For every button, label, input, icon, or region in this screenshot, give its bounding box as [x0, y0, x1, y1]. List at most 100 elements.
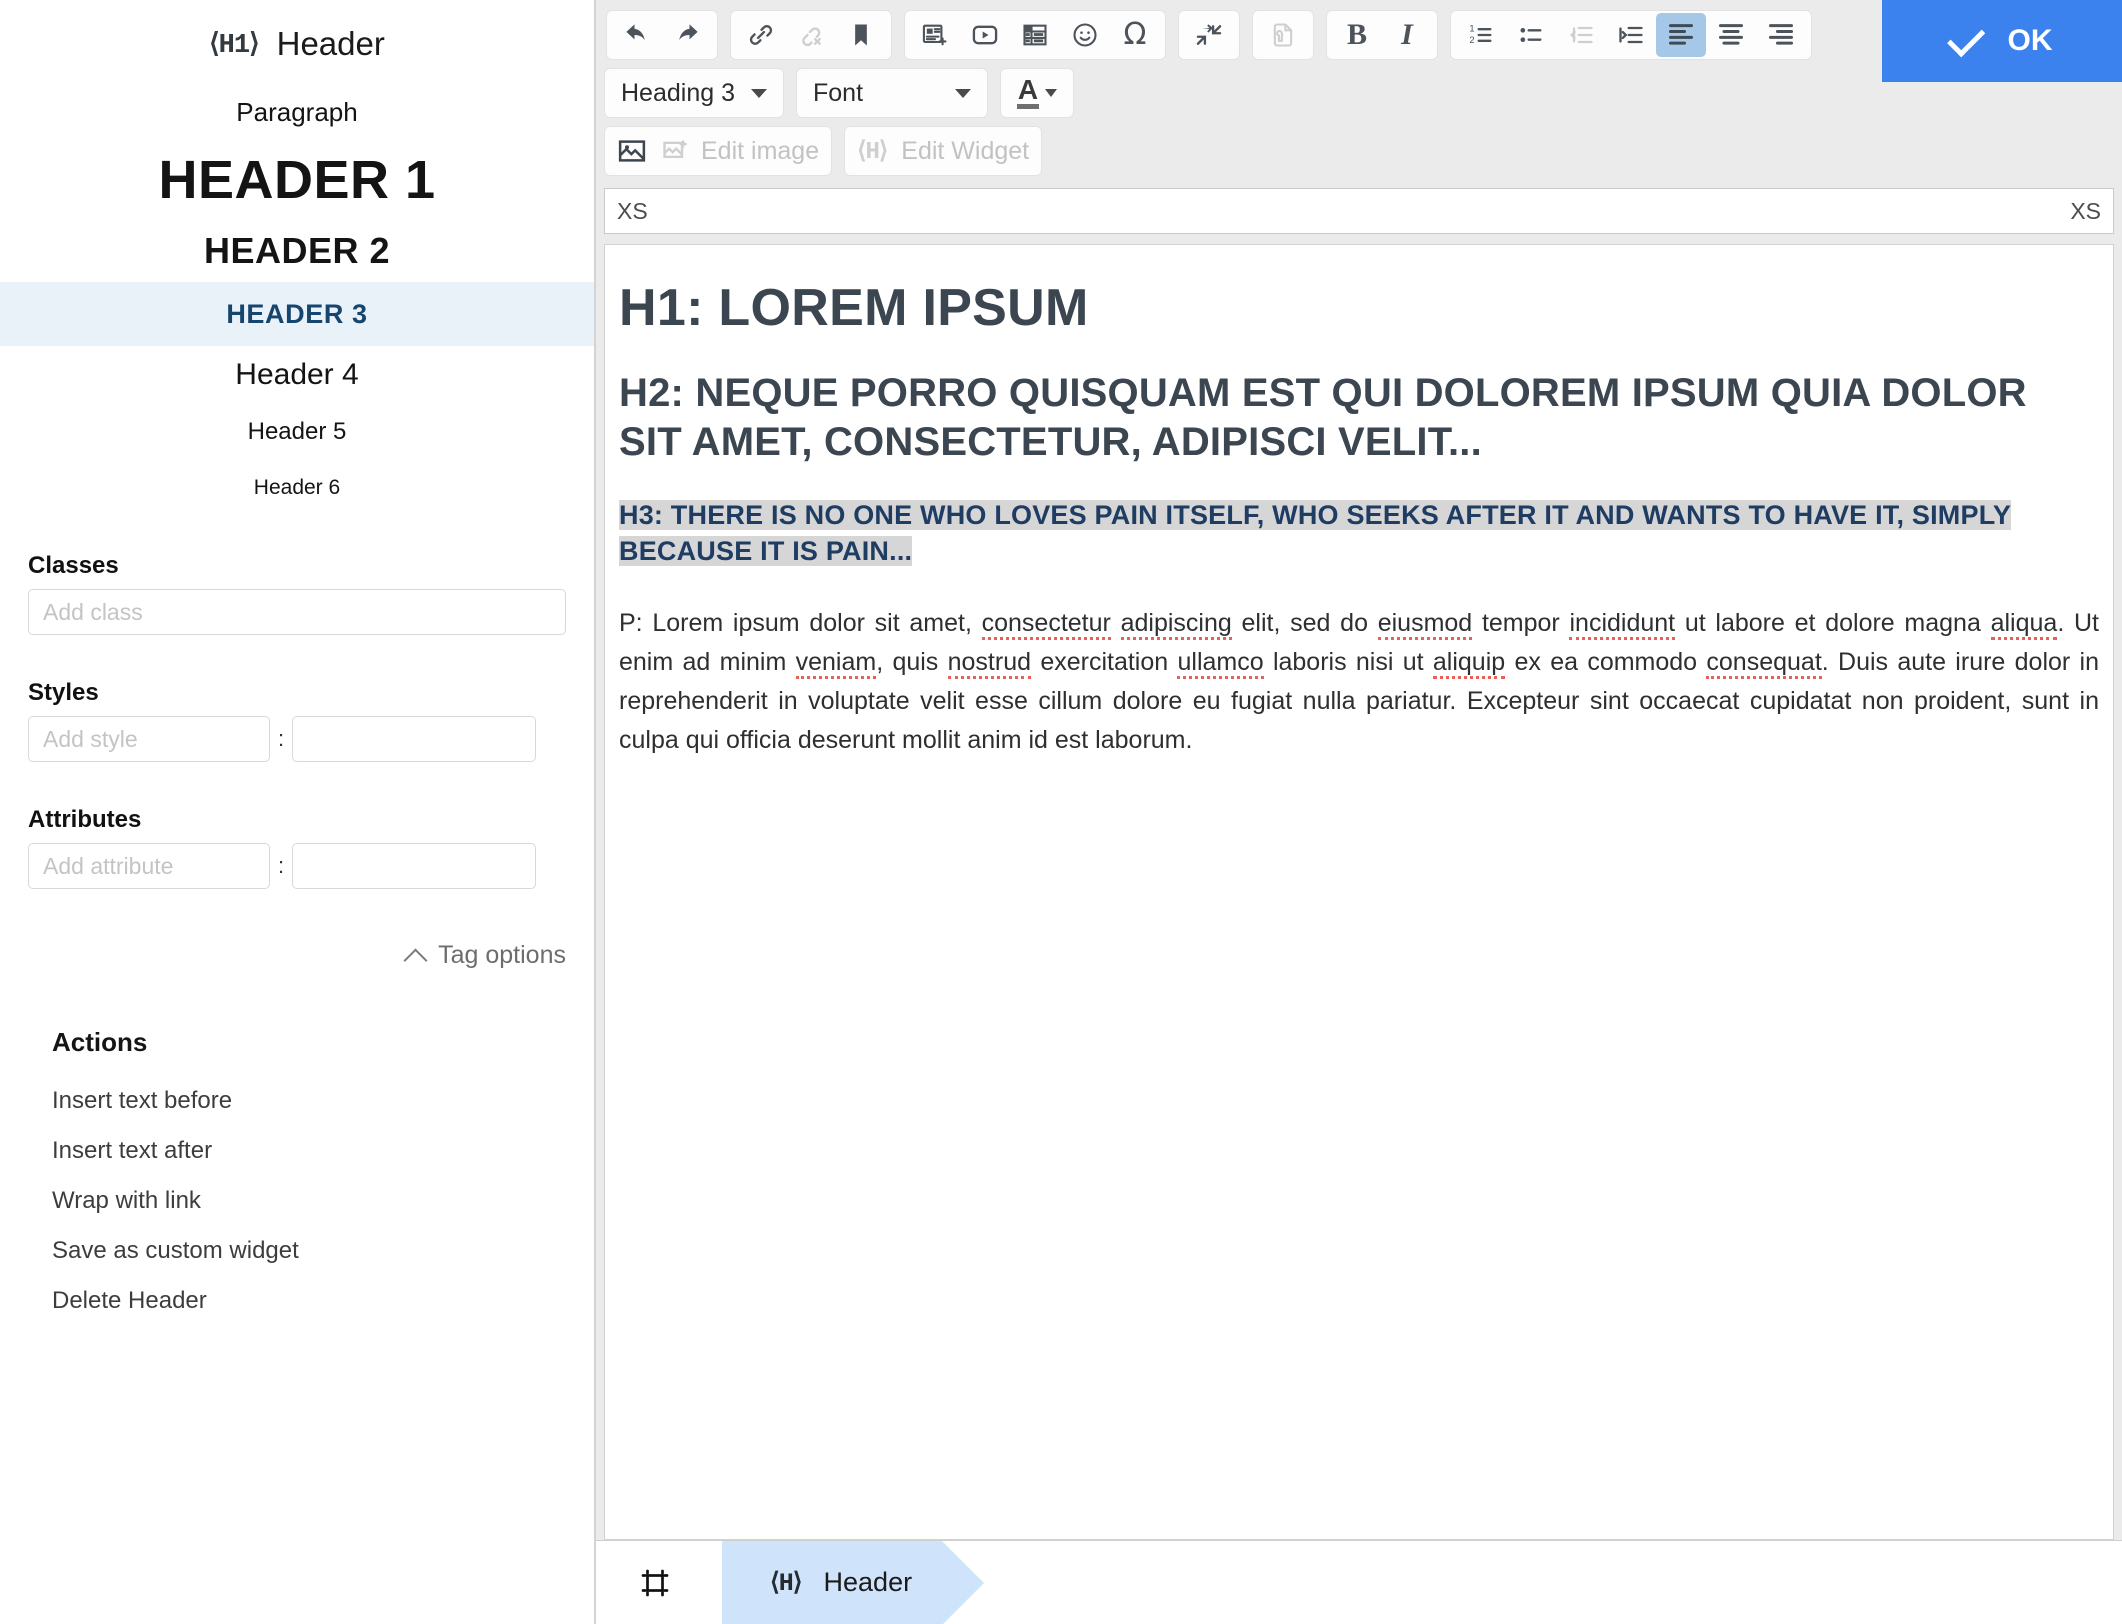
action-delete-header[interactable]: Delete Header — [0, 1276, 594, 1326]
svg-text:2: 2 — [1469, 35, 1474, 45]
styles-field-group: Styles : — [0, 679, 594, 762]
outdent-icon — [1556, 13, 1606, 57]
align-center-icon[interactable] — [1706, 13, 1756, 57]
check-icon — [1946, 19, 1985, 58]
add-style-key-input[interactable] — [28, 716, 270, 762]
document-body: H1: LOREM IPSUM H2: NEQUE PORRO QUISQUAM… — [619, 279, 2099, 760]
document-h2[interactable]: H2: NEQUE PORRO QUISQUAM EST QUI DOLOREM… — [619, 369, 2099, 467]
h-tag-icon: ⟨H⟩ — [770, 1569, 803, 1598]
width-label-right: XS — [2070, 197, 2101, 224]
widget-tag-icon: ⟨H⟩ — [857, 139, 888, 166]
heading-level-list: Paragraph HEADER 1 HEADER 2 HEADER 3 Hea… — [0, 84, 594, 516]
font-select-value: Font — [812, 78, 864, 107]
heading-option-paragraph[interactable]: Paragraph — [0, 84, 594, 140]
heading-select-value: Heading 3 — [621, 78, 735, 107]
indent-icon[interactable] — [1606, 13, 1656, 57]
classes-field-group: Classes — [0, 552, 594, 635]
list-and-align-group: 1 2 — [1450, 10, 1812, 60]
bookmark-icon[interactable] — [836, 13, 886, 57]
action-wrap-with-link[interactable]: Wrap with link — [0, 1176, 594, 1226]
document-h1[interactable]: H1: LOREM IPSUM — [619, 279, 2099, 337]
classes-label: Classes — [28, 552, 119, 579]
heading-option-h6[interactable]: Header 6 — [0, 460, 594, 516]
h1-tag-icon: ⟨H1⟩ — [209, 30, 259, 61]
responsive-width-bar[interactable]: XS XS — [604, 188, 2114, 234]
bulleted-list-icon[interactable] — [1506, 13, 1556, 57]
tag-options-toggle[interactable]: Tag options — [0, 933, 594, 977]
heading-select[interactable]: Heading 3 — [604, 68, 784, 118]
breadcrumb-item-label: Header — [823, 1567, 913, 1597]
width-label-left: XS — [617, 197, 648, 224]
link-group — [730, 10, 892, 60]
breadcrumb: ⟨H⟩ Header — [596, 1540, 2122, 1624]
chevron-up-icon — [405, 944, 427, 966]
edit-widget-label: Edit Widget — [901, 136, 1030, 165]
collapse-group — [1178, 10, 1240, 60]
action-insert-text-after[interactable]: Insert text after — [0, 1126, 594, 1176]
styles-separator: : — [277, 726, 285, 751]
edit-image-button: Edit image — [661, 137, 819, 166]
chevron-down-icon — [954, 88, 971, 98]
sidebar-header: ⟨H1⟩ Header — [0, 0, 594, 62]
breadcrumb-item-header[interactable]: ⟨H⟩ Header — [722, 1540, 985, 1624]
chevron-down-icon — [750, 88, 767, 98]
toolbar-row-3: Edit image ⟨H⟩ Edit Widget — [604, 122, 2114, 180]
text-format-group: B I — [1326, 10, 1438, 60]
wysiwyg-editor-pane: Ω B I 1 2 Heading 3 Font A Edit image ⟨H… — [596, 0, 2122, 1624]
align-right-icon[interactable] — [1756, 13, 1806, 57]
unlink-icon — [786, 13, 836, 57]
attributes-label: Attributes — [28, 806, 142, 833]
document-h3[interactable]: H3: THERE IS NO ONE WHO LOVES PAIN ITSEL… — [619, 497, 2099, 570]
add-attribute-value-input[interactable] — [292, 843, 536, 889]
actions-list: Insert text before Insert text after Wra… — [0, 1076, 594, 1326]
insert-snippet-icon[interactable] — [910, 13, 960, 57]
collapse-icon[interactable] — [1184, 13, 1234, 57]
heading-option-h2[interactable]: HEADER 2 — [0, 220, 594, 282]
table-icon[interactable] — [1010, 13, 1060, 57]
page-title: Header — [276, 25, 385, 62]
attributes-field-group: Attributes : — [0, 806, 594, 889]
italic-icon[interactable]: I — [1382, 13, 1432, 57]
video-icon[interactable] — [960, 13, 1010, 57]
ok-button[interactable]: OK — [1882, 0, 2122, 82]
editor-app: ⟨H1⟩ Header Paragraph HEADER 1 HEADER 2 … — [0, 0, 2122, 1624]
heading-option-h4[interactable]: Header 4 — [0, 346, 594, 404]
special-character-icon[interactable]: Ω — [1110, 13, 1160, 57]
styles-label: Styles — [28, 679, 99, 706]
image-tools-group: Edit image — [604, 126, 833, 176]
tag-options-label: Tag options — [438, 940, 566, 969]
link-icon[interactable] — [736, 13, 786, 57]
ordered-list-icon[interactable]: 1 2 — [1456, 13, 1506, 57]
element-properties-sidebar: ⟨H1⟩ Header Paragraph HEADER 1 HEADER 2 … — [0, 0, 596, 1624]
redo-icon[interactable] — [662, 13, 712, 57]
action-save-as-custom-widget[interactable]: Save as custom widget — [0, 1226, 594, 1276]
document-paragraph[interactable]: P: Lorem ipsum dolor sit amet, consectet… — [619, 604, 2099, 760]
add-class-input[interactable] — [28, 589, 566, 635]
add-style-value-input[interactable] — [292, 716, 536, 762]
ok-button-label: OK — [2007, 24, 2053, 57]
heading-option-h5[interactable]: Header 5 — [0, 404, 594, 460]
chevron-down-icon — [1045, 89, 1058, 97]
font-select[interactable]: Font — [795, 68, 988, 118]
action-insert-text-before[interactable]: Insert text before — [0, 1076, 594, 1126]
svg-text:1: 1 — [1469, 24, 1474, 34]
insert-image-button[interactable] — [617, 136, 647, 166]
edit-widget-button: ⟨H⟩ Edit Widget — [844, 126, 1043, 176]
editable-content-area[interactable]: H1: LOREM IPSUM H2: NEQUE PORRO QUISQUAM… — [604, 244, 2114, 1540]
heading-option-h3[interactable]: HEADER 3 — [0, 282, 594, 346]
insert-group: Ω — [904, 10, 1166, 60]
align-left-icon[interactable] — [1656, 13, 1706, 57]
heading-option-h1[interactable]: HEADER 1 — [0, 140, 594, 220]
undo-icon[interactable] — [612, 13, 662, 57]
history-group — [606, 10, 718, 60]
attributes-separator: : — [277, 853, 285, 878]
source-tool-group — [1252, 10, 1314, 60]
text-color-glyph: A — [1016, 76, 1040, 109]
actions-heading: Actions — [52, 1027, 148, 1057]
emoji-icon[interactable] — [1060, 13, 1110, 57]
add-attribute-key-input[interactable] — [28, 843, 270, 889]
select-element-icon[interactable] — [624, 1565, 686, 1601]
bold-icon[interactable]: B — [1332, 13, 1382, 57]
text-color-button[interactable]: A — [999, 68, 1074, 118]
document-h3-selection: H3: THERE IS NO ONE WHO LOVES PAIN ITSEL… — [619, 499, 2012, 567]
